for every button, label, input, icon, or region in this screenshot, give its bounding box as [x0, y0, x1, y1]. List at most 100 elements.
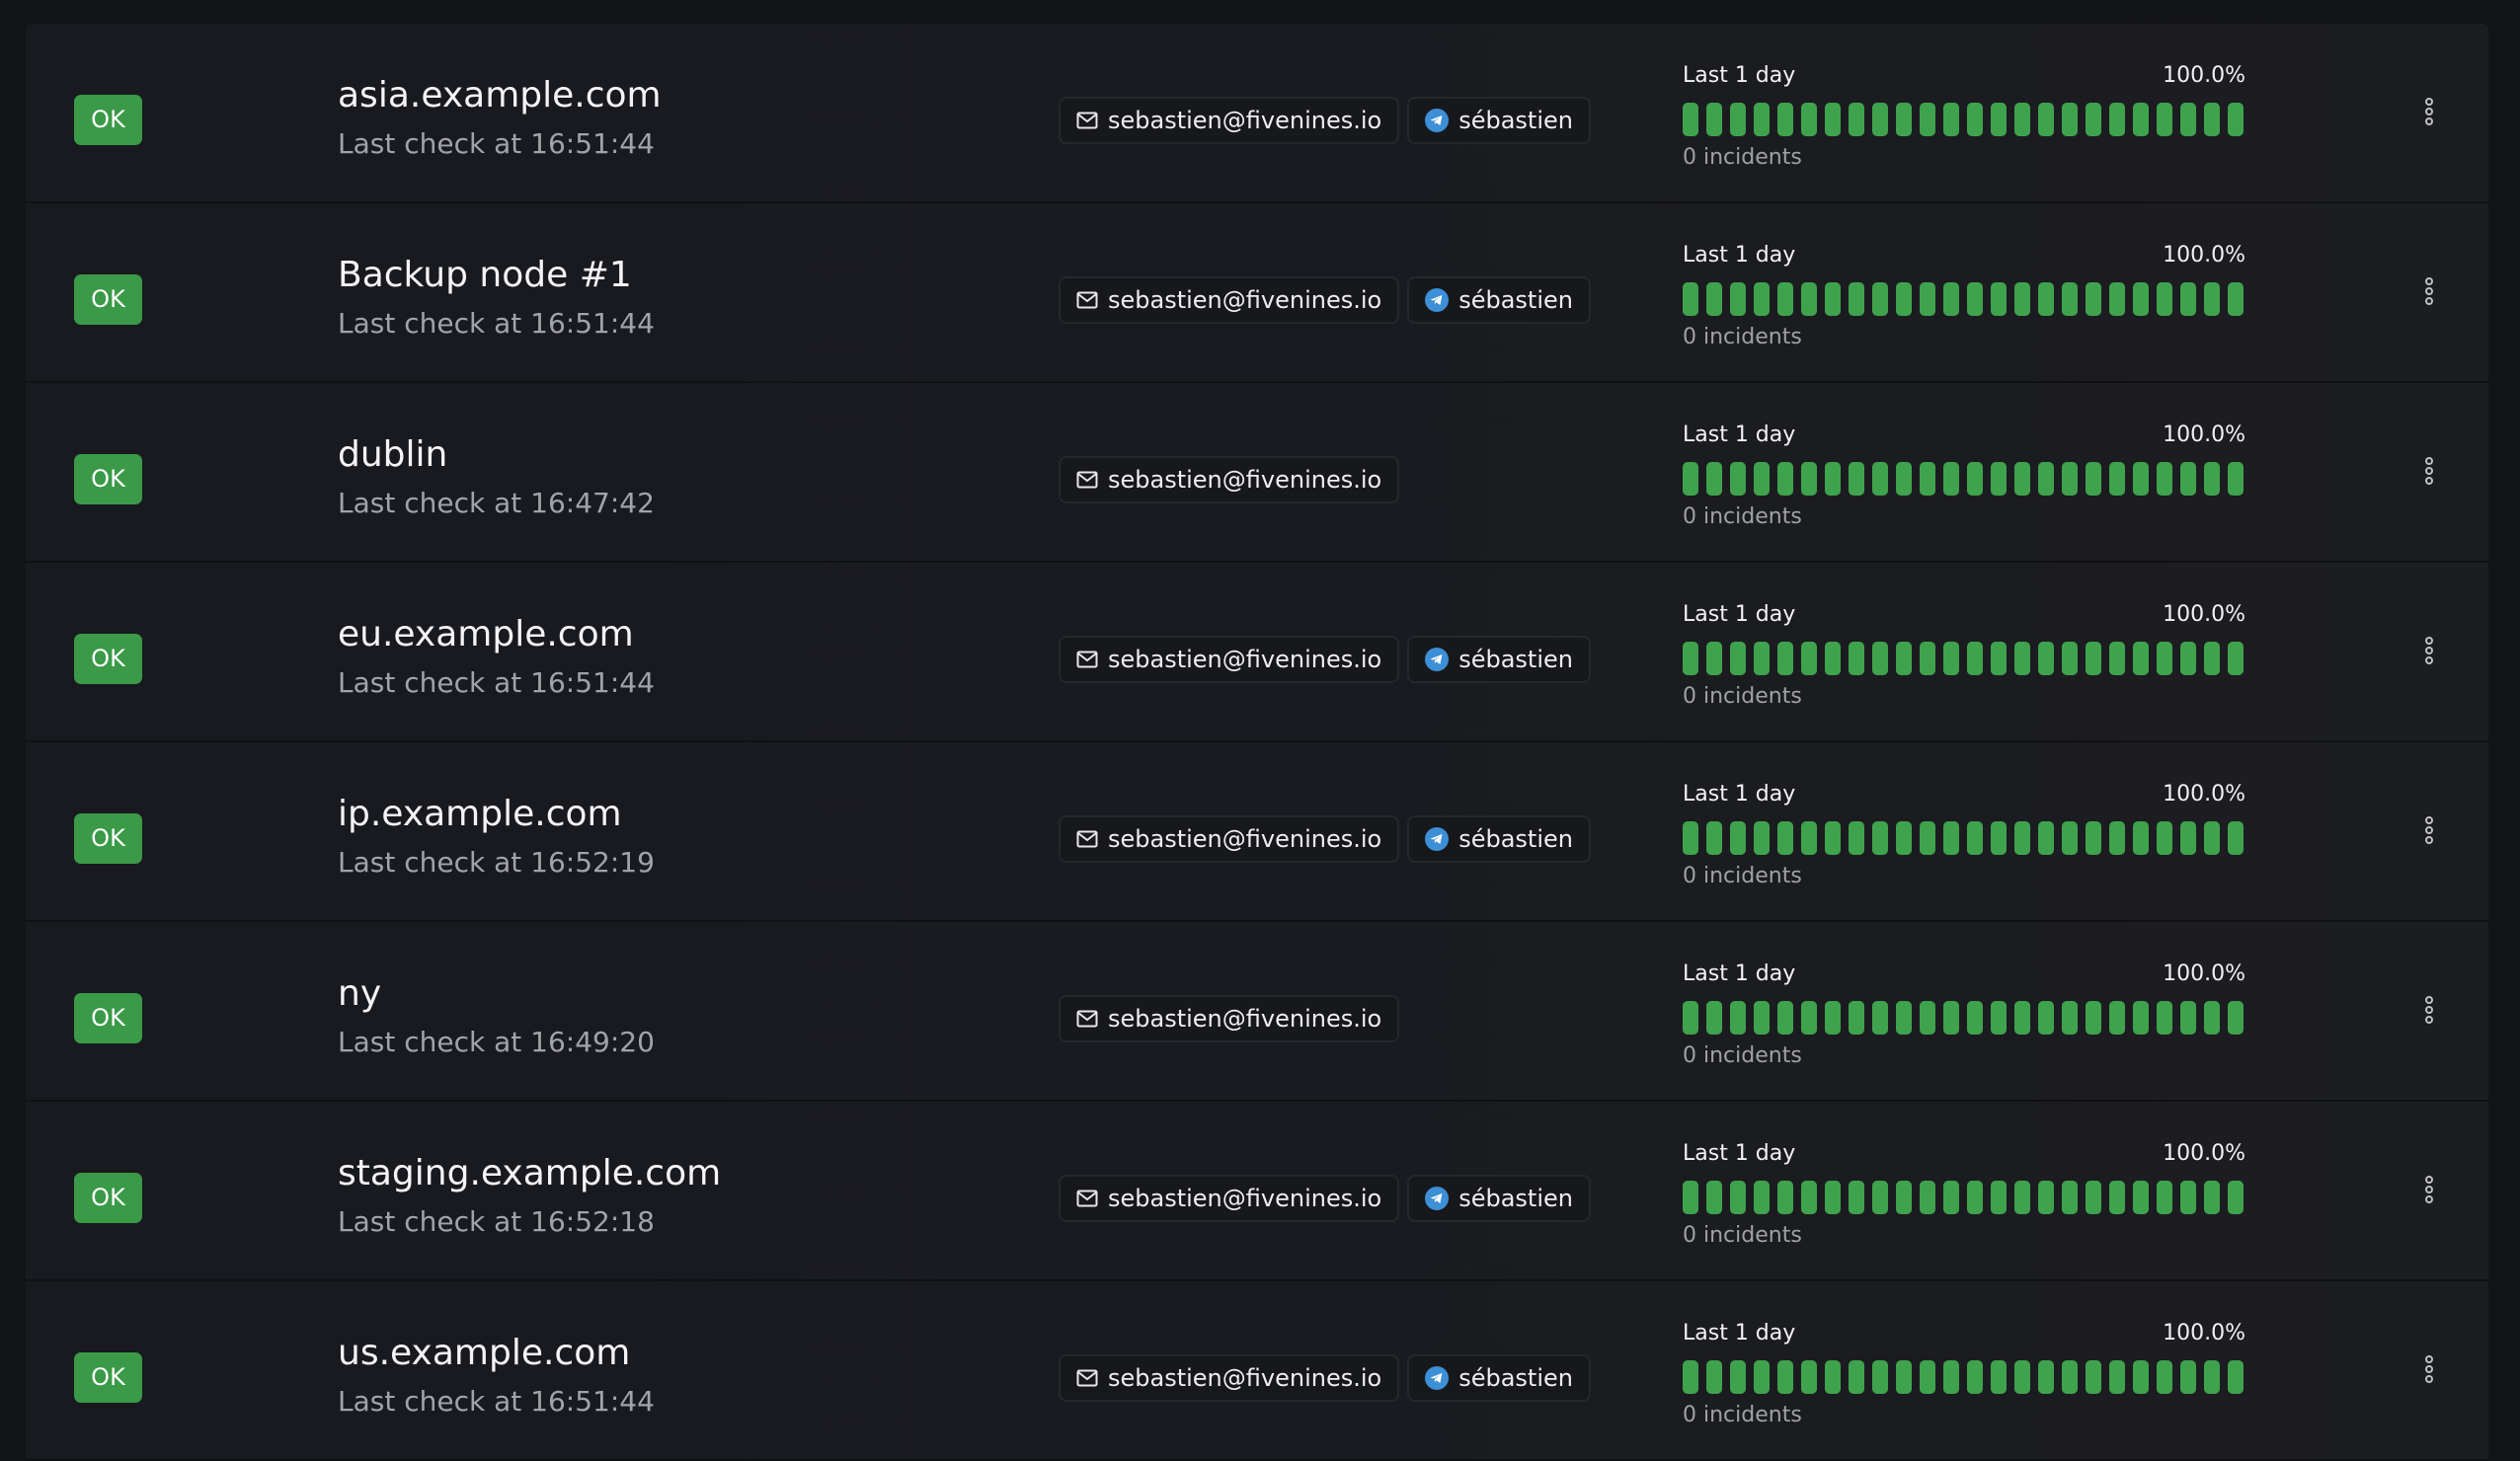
uptime-bar[interactable]	[1683, 1360, 1698, 1394]
uptime-bar[interactable]	[1706, 282, 1722, 316]
uptime-bar[interactable]	[2228, 1181, 2244, 1214]
uptime-bar[interactable]	[2109, 1181, 2125, 1214]
uptime-bar[interactable]	[1683, 462, 1698, 496]
uptime-bar[interactable]	[1943, 462, 1959, 496]
uptime-bar[interactable]	[2228, 1001, 2244, 1035]
uptime-bar[interactable]	[1754, 821, 1770, 855]
uptime-bar[interactable]	[2133, 103, 2149, 136]
uptime-bar[interactable]	[1849, 1001, 1864, 1035]
uptime-bar[interactable]	[1706, 1001, 1722, 1035]
uptime-bar[interactable]	[2086, 462, 2101, 496]
uptime-bar[interactable]	[2109, 1001, 2125, 1035]
uptime-bar[interactable]	[1849, 821, 1864, 855]
uptime-bar[interactable]	[1896, 103, 1912, 136]
uptime-bar[interactable]	[2157, 1360, 2172, 1394]
email-channel-chip[interactable]: sebastien@fivenines.io	[1059, 456, 1400, 503]
uptime-bar[interactable]	[1872, 103, 1888, 136]
uptime-bar[interactable]	[2133, 642, 2149, 675]
uptime-bar[interactable]	[1754, 282, 1770, 316]
monitor-row[interactable]: OK dublin Last check at 16:47:42 sebasti…	[26, 383, 2488, 563]
telegram-channel-chip[interactable]: sébastien	[1407, 815, 1591, 863]
monitor-row[interactable]: OK ny Last check at 16:49:20 sebastien@f…	[26, 922, 2488, 1102]
uptime-bar[interactable]	[1754, 1181, 1770, 1214]
uptime-bar[interactable]	[1991, 1001, 2007, 1035]
uptime-bar[interactable]	[2180, 642, 2196, 675]
uptime-bar[interactable]	[1754, 1360, 1770, 1394]
uptime-bar[interactable]	[1872, 282, 1888, 316]
uptime-bar[interactable]	[1991, 1360, 2007, 1394]
uptime-bar[interactable]	[2014, 642, 2030, 675]
uptime-bar[interactable]	[1683, 1181, 1698, 1214]
uptime-bar[interactable]	[2157, 282, 2172, 316]
uptime-bar[interactable]	[1706, 1181, 1722, 1214]
uptime-bar[interactable]	[2109, 282, 2125, 316]
row-menu-button[interactable]	[2409, 269, 2449, 318]
monitor-name[interactable]: staging.example.com	[338, 1151, 721, 1196]
uptime-bar[interactable]	[1849, 103, 1864, 136]
uptime-bar[interactable]	[1801, 103, 1817, 136]
uptime-bar[interactable]	[1777, 821, 1793, 855]
uptime-bar[interactable]	[2038, 821, 2054, 855]
uptime-bar[interactable]	[2062, 462, 2078, 496]
uptime-bar[interactable]	[2204, 821, 2220, 855]
uptime-bar[interactable]	[1777, 103, 1793, 136]
uptime-bar[interactable]	[2109, 821, 2125, 855]
uptime-bar[interactable]	[1849, 462, 1864, 496]
telegram-channel-chip[interactable]: sébastien	[1407, 276, 1591, 324]
uptime-bar[interactable]	[1683, 821, 1698, 855]
telegram-channel-chip[interactable]: sébastien	[1407, 97, 1591, 144]
uptime-bar[interactable]	[1920, 282, 1935, 316]
uptime-bar[interactable]	[2204, 642, 2220, 675]
uptime-bar[interactable]	[1825, 282, 1841, 316]
uptime-bar[interactable]	[1920, 642, 1935, 675]
uptime-bar[interactable]	[2014, 1181, 2030, 1214]
uptime-bar[interactable]	[1754, 1001, 1770, 1035]
uptime-bar[interactable]	[2133, 462, 2149, 496]
uptime-bar[interactable]	[1730, 1001, 1746, 1035]
uptime-bar[interactable]	[1991, 1181, 2007, 1214]
uptime-bar[interactable]	[2180, 282, 2196, 316]
uptime-bar[interactable]	[1943, 1181, 1959, 1214]
uptime-bar[interactable]	[2204, 1360, 2220, 1394]
uptime-bar[interactable]	[1896, 1181, 1912, 1214]
uptime-bar[interactable]	[2038, 282, 2054, 316]
uptime-bar[interactable]	[2180, 1001, 2196, 1035]
uptime-bar[interactable]	[2180, 462, 2196, 496]
uptime-bar[interactable]	[1872, 1181, 1888, 1214]
uptime-bar[interactable]	[1872, 1001, 1888, 1035]
uptime-bar[interactable]	[2180, 1360, 2196, 1394]
row-menu-button[interactable]	[2409, 448, 2449, 498]
uptime-bar[interactable]	[2133, 1001, 2149, 1035]
uptime-bar[interactable]	[2133, 821, 2149, 855]
row-menu-button[interactable]	[2409, 628, 2449, 677]
uptime-bar[interactable]	[2014, 282, 2030, 316]
uptime-bar[interactable]	[1683, 1001, 1698, 1035]
uptime-bar[interactable]	[1825, 821, 1841, 855]
uptime-bar[interactable]	[2014, 103, 2030, 136]
uptime-bar[interactable]	[2204, 282, 2220, 316]
uptime-bar[interactable]	[2086, 821, 2101, 855]
email-channel-chip[interactable]: sebastien@fivenines.io	[1059, 815, 1400, 863]
uptime-bar[interactable]	[1896, 642, 1912, 675]
uptime-bar[interactable]	[2133, 282, 2149, 316]
uptime-bar[interactable]	[2204, 103, 2220, 136]
monitor-row[interactable]: OK eu.example.com Last check at 16:51:44…	[26, 563, 2488, 742]
row-menu-button[interactable]	[2409, 1346, 2449, 1396]
uptime-bar[interactable]	[1754, 462, 1770, 496]
uptime-bar[interactable]	[1991, 103, 2007, 136]
uptime-bar[interactable]	[1872, 1360, 1888, 1394]
uptime-bar[interactable]	[1706, 103, 1722, 136]
uptime-bar[interactable]	[1683, 282, 1698, 316]
uptime-bar[interactable]	[1706, 642, 1722, 675]
uptime-bar[interactable]	[1754, 103, 1770, 136]
uptime-bar[interactable]	[2038, 103, 2054, 136]
row-menu-button[interactable]	[2409, 1167, 2449, 1216]
uptime-bar[interactable]	[2014, 821, 2030, 855]
uptime-bar[interactable]	[2133, 1360, 2149, 1394]
uptime-bar[interactable]	[1967, 1001, 1983, 1035]
uptime-bar[interactable]	[1730, 462, 1746, 496]
uptime-bar[interactable]	[1730, 821, 1746, 855]
uptime-bar[interactable]	[1920, 1360, 1935, 1394]
uptime-bar[interactable]	[2157, 642, 2172, 675]
uptime-bar[interactable]	[2062, 1360, 2078, 1394]
